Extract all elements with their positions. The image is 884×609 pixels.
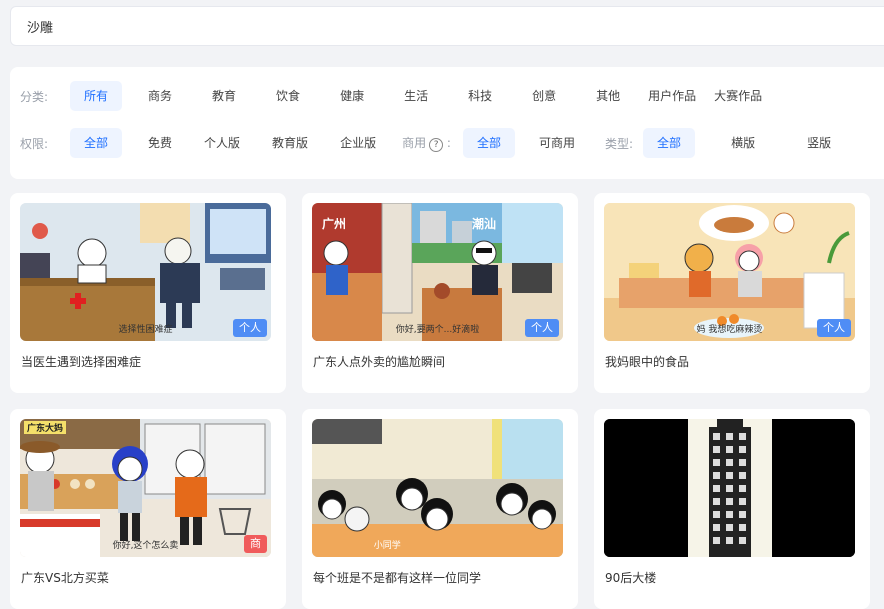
category-life[interactable]: 生活 (390, 81, 442, 111)
permission-enterprise[interactable]: 企业版 (326, 128, 390, 158)
template-card[interactable]: 妈 我想吃麻辣烫 个人 我妈眼中的食品 (594, 193, 870, 393)
search-input[interactable] (11, 7, 884, 45)
category-filter-row: 分类: 所有 商务 教育 饮食 健康 生活 科技 创意 其他 用户作品 大赛作品 (0, 79, 778, 113)
license-badge: 个人 (233, 319, 267, 337)
card-title: 广东人点外卖的尴尬瞬间 (313, 355, 446, 369)
category-creative[interactable]: 创意 (518, 81, 570, 111)
search-bar[interactable] (10, 6, 884, 46)
template-card[interactable]: 90后大楼 (594, 409, 870, 609)
region-tag: 潮汕 (472, 217, 497, 231)
license-badge: 个人 (525, 319, 559, 337)
permission-label: 权限: (20, 136, 49, 151)
commercial-all[interactable]: 全部 (462, 128, 515, 158)
card-title: 我妈眼中的食品 (605, 355, 690, 369)
type-vertical[interactable]: 竖版 (793, 128, 845, 158)
thumbnail-caption: 你好,要两个...好滴啦 (395, 325, 480, 335)
category-food[interactable]: 饮食 (262, 81, 314, 111)
card-title: 90后大楼 (605, 571, 657, 585)
classroom-illustration (312, 419, 563, 557)
building-illustration (604, 419, 855, 557)
license-badge: 商 (244, 535, 267, 553)
thumbnail-caption: 你好,这个怎么卖 (112, 541, 179, 551)
template-card[interactable]: 广州 潮汕 你好,要两个...好滴啦 个人 广东人点外卖的尴尬瞬间 (302, 193, 578, 393)
thumbnail-caption: 妈 我想吃麻辣烫 (696, 325, 763, 335)
category-tech[interactable]: 科技 (454, 81, 506, 111)
category-health[interactable]: 健康 (326, 81, 378, 111)
character-tag: 广东大妈 (24, 421, 67, 434)
category-business[interactable]: 商务 (134, 81, 186, 111)
type-horizontal[interactable]: 横版 (717, 128, 769, 158)
permission-all[interactable]: 全部 (70, 128, 123, 158)
thumbnail-caption: 小同学 (373, 541, 401, 551)
template-card[interactable]: 广东大妈 你好,这个怎么卖 商 广东VS北方买菜 (10, 409, 286, 609)
commercial-label-text: 商用 (402, 136, 427, 150)
commercial-label: 商用? : (402, 134, 451, 152)
type-all[interactable]: 全部 (643, 128, 696, 158)
category-education[interactable]: 教育 (198, 81, 250, 111)
commercial-colon: : (446, 136, 451, 150)
permission-filter-row: 权限: 全部 免费 个人版 教育版 企业版 商用? : 全部 可商用 类型: 全… (0, 126, 855, 160)
card-title: 每个班是不是都有这样一位同学 (313, 571, 482, 585)
type-label: 类型: (605, 136, 634, 151)
template-card[interactable]: 选择性困难症 个人 当医生遇到选择困难症 (10, 193, 286, 393)
classroom-thumbnail: 小同学 (312, 419, 563, 557)
market-illustration (20, 419, 271, 557)
category-all[interactable]: 所有 (70, 81, 123, 111)
card-title: 广东VS北方买菜 (21, 571, 109, 585)
building-thumbnail (604, 419, 855, 557)
commercial-allowed[interactable]: 可商用 (525, 128, 589, 158)
mom-food-thumbnail: 妈 我想吃麻辣烫 个人 (604, 203, 855, 341)
license-badge: 个人 (817, 319, 851, 337)
category-label: 分类: (20, 89, 49, 104)
market-thumbnail: 广东大妈 你好,这个怎么卖 商 (20, 419, 271, 557)
category-other[interactable]: 其他 (582, 81, 634, 111)
help-icon[interactable]: ? (429, 138, 444, 152)
template-card[interactable]: 小同学 每个班是不是都有这样一位同学 (302, 409, 578, 609)
region-tag: 广州 (322, 217, 347, 231)
card-title: 当医生遇到选择困难症 (21, 355, 142, 369)
category-user-works[interactable]: 用户作品 (640, 81, 704, 111)
category-contest-works[interactable]: 大赛作品 (708, 81, 768, 111)
thumbnail-caption: 选择性困难症 (118, 325, 173, 335)
living-room-thumbnail: 广州 潮汕 你好,要两个...好滴啦 个人 (312, 203, 563, 341)
permission-personal[interactable]: 个人版 (190, 128, 254, 158)
permission-free[interactable]: 免费 (134, 128, 186, 158)
doctor-scene-thumbnail: 选择性困难症 个人 (20, 203, 271, 341)
permission-education[interactable]: 教育版 (258, 128, 322, 158)
